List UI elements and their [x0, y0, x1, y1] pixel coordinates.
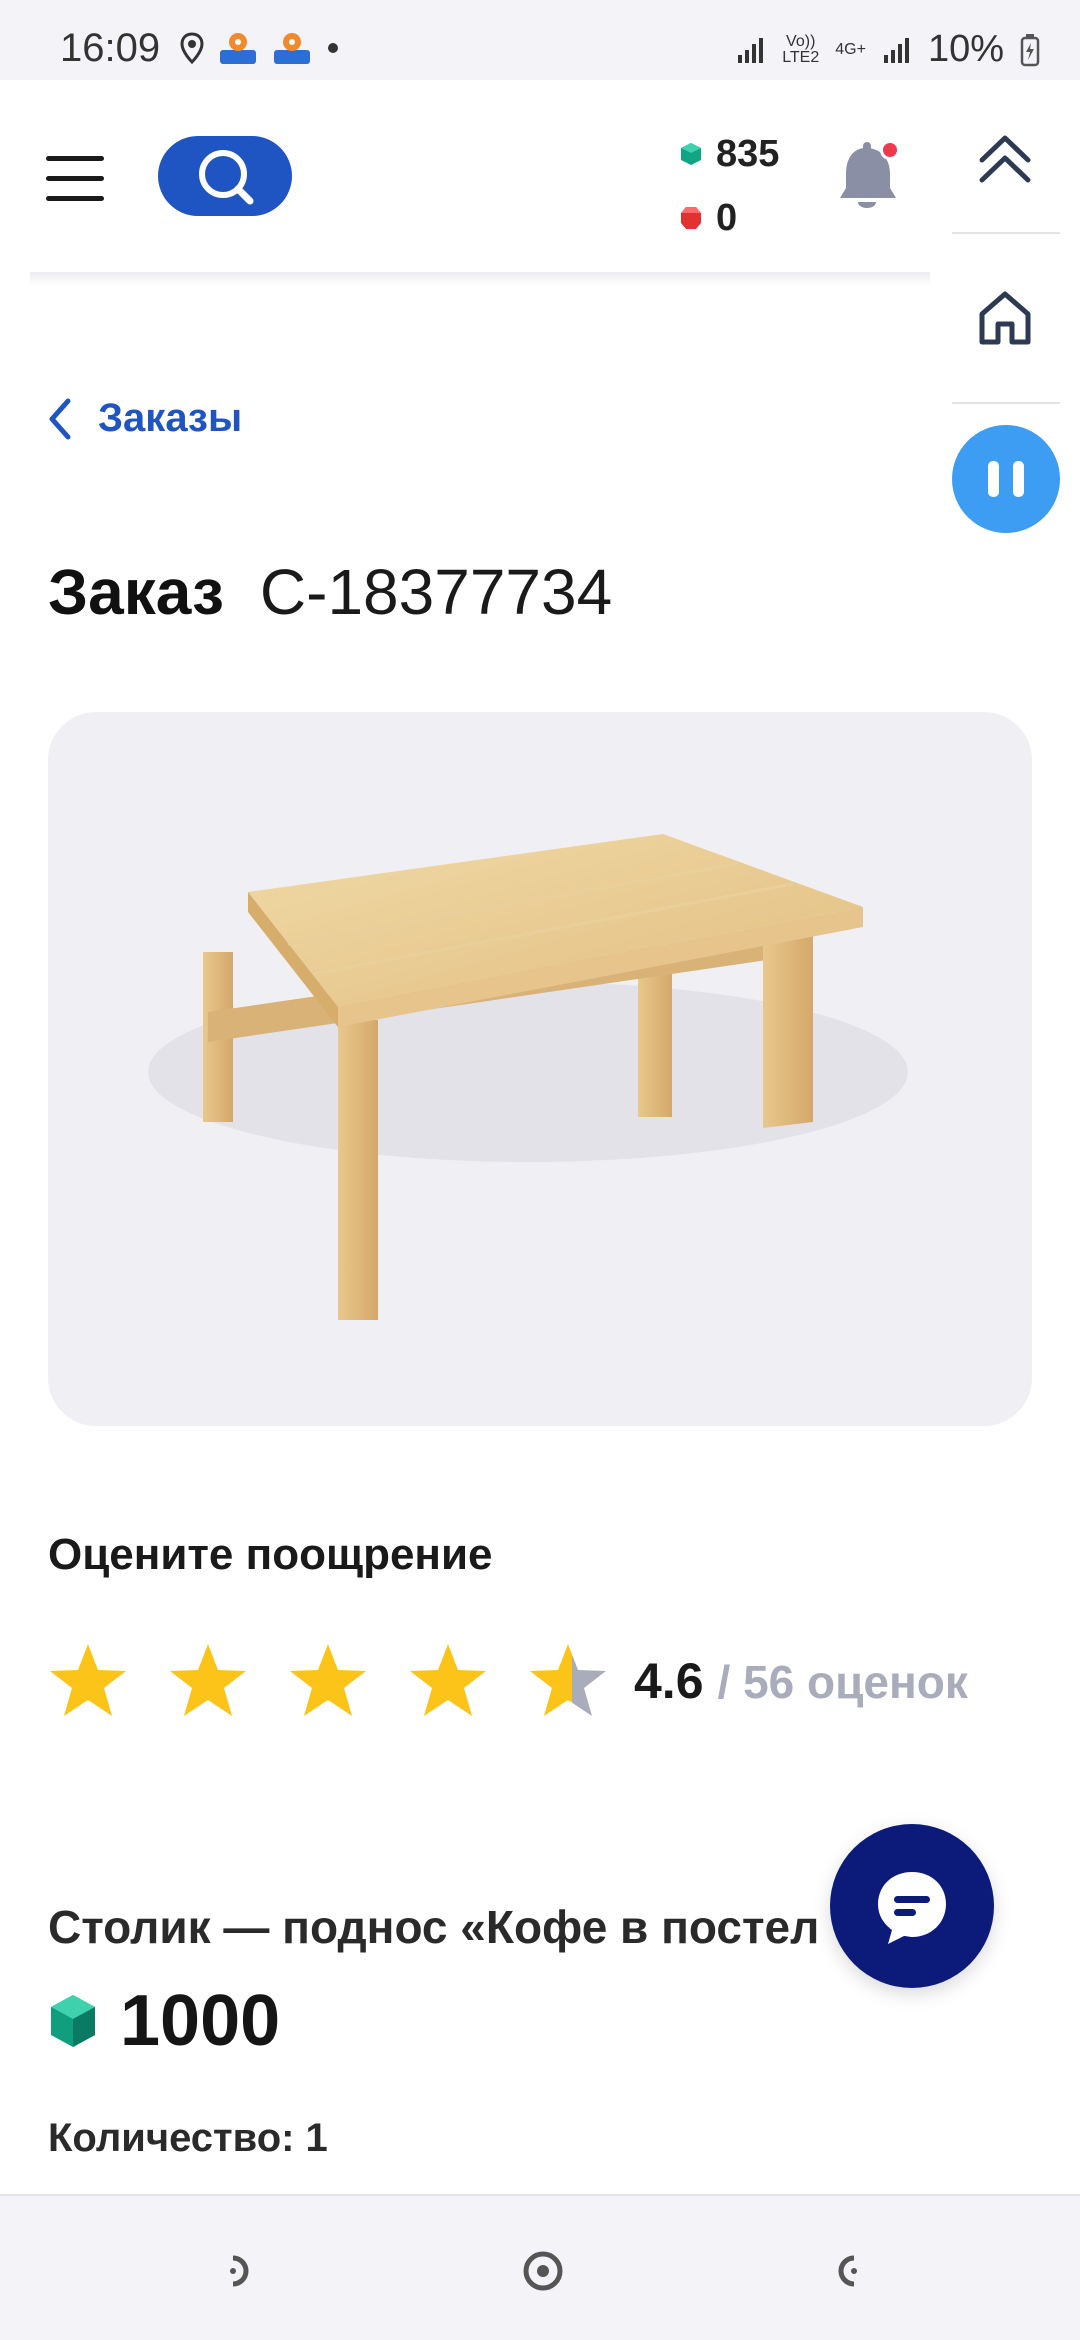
battery-percent: 10% — [927, 28, 1004, 70]
chat-button[interactable] — [830, 1824, 994, 1988]
chevron-left-icon — [49, 398, 71, 439]
rail-divider — [952, 402, 1060, 404]
hamburger-icon — [46, 156, 104, 161]
breadcrumb-label: Заказы — [98, 396, 243, 440]
system-nav-bar — [0, 2194, 1080, 2340]
red-gem-icon — [681, 207, 701, 229]
rating-average: 4.6 — [634, 1653, 704, 1709]
product-image — [48, 712, 1032, 1426]
order-code: С-18377734 — [259, 556, 613, 628]
pause-button[interactable] — [952, 425, 1060, 533]
app-header: 835 0 — [0, 80, 930, 272]
points-red-value: 0 — [716, 196, 738, 239]
maps-icon — [220, 33, 256, 64]
points-red-row: 0 — [680, 186, 779, 250]
rail-divider — [952, 232, 1060, 234]
star-icon[interactable] — [168, 1640, 248, 1720]
star-icon[interactable] — [48, 1640, 128, 1720]
location-icon — [180, 32, 204, 64]
bell-icon — [840, 140, 900, 208]
status-time: 16:09 — [60, 26, 161, 70]
dot-icon — [328, 43, 338, 53]
star-icon[interactable] — [408, 1640, 488, 1720]
search-button[interactable] — [158, 136, 292, 216]
header-shadow — [30, 272, 930, 286]
back-icon[interactable] — [215, 2246, 265, 2296]
status-bar: 16:09 Vo)) LTE2 4G+ 10% — [0, 0, 1080, 80]
rating-summary: 4.6 / 56 оценок — [634, 1652, 968, 1710]
pause-icon — [988, 461, 999, 497]
status-left-icons — [180, 30, 340, 66]
product-quantity: Количество: 1 — [48, 2116, 328, 2160]
star-icon[interactable] — [288, 1640, 368, 1720]
home-icon[interactable] — [972, 284, 1038, 350]
points-summary[interactable]: 835 0 — [680, 122, 779, 250]
rating-heading: Оцените поощрение — [48, 1530, 493, 1579]
half-star-icon[interactable] — [528, 1640, 608, 1720]
menu-button[interactable] — [46, 156, 104, 202]
maps-icon — [274, 33, 310, 64]
net-type: 4G+ — [835, 40, 866, 58]
points-green-row: 835 — [680, 122, 779, 186]
search-icon — [199, 150, 254, 205]
green-gem-icon — [681, 143, 701, 165]
recents-icon[interactable] — [822, 2246, 872, 2296]
page-title: Заказ С-18377734 — [48, 555, 612, 629]
chat-icon — [878, 1872, 946, 1944]
rating-stars — [48, 1640, 608, 1720]
price-value: 1000 — [120, 1981, 281, 2061]
battery-charging-icon — [1020, 33, 1040, 66]
home-circle-icon[interactable] — [518, 2246, 568, 2296]
product-price: 1000 — [48, 1980, 280, 2062]
breadcrumb-back-orders[interactable]: Заказы — [48, 396, 242, 441]
points-green-value: 835 — [716, 132, 780, 175]
status-right: Vo)) LTE2 4G+ 10% — [736, 28, 1040, 71]
notifications-button[interactable] — [836, 140, 900, 220]
order-label: Заказ — [48, 556, 224, 628]
product-name: Столик — поднос «Кофе в постел — [48, 1901, 820, 1953]
signal-icon — [883, 37, 909, 63]
green-gem-icon — [51, 1995, 95, 2047]
rating-count: / 56 оценок — [717, 1656, 968, 1708]
double-chevron-up-icon[interactable] — [972, 124, 1038, 190]
wooden-table-image — [148, 834, 908, 1320]
signal-icon — [738, 37, 764, 63]
network-label: Vo)) LTE2 — [782, 32, 820, 66]
